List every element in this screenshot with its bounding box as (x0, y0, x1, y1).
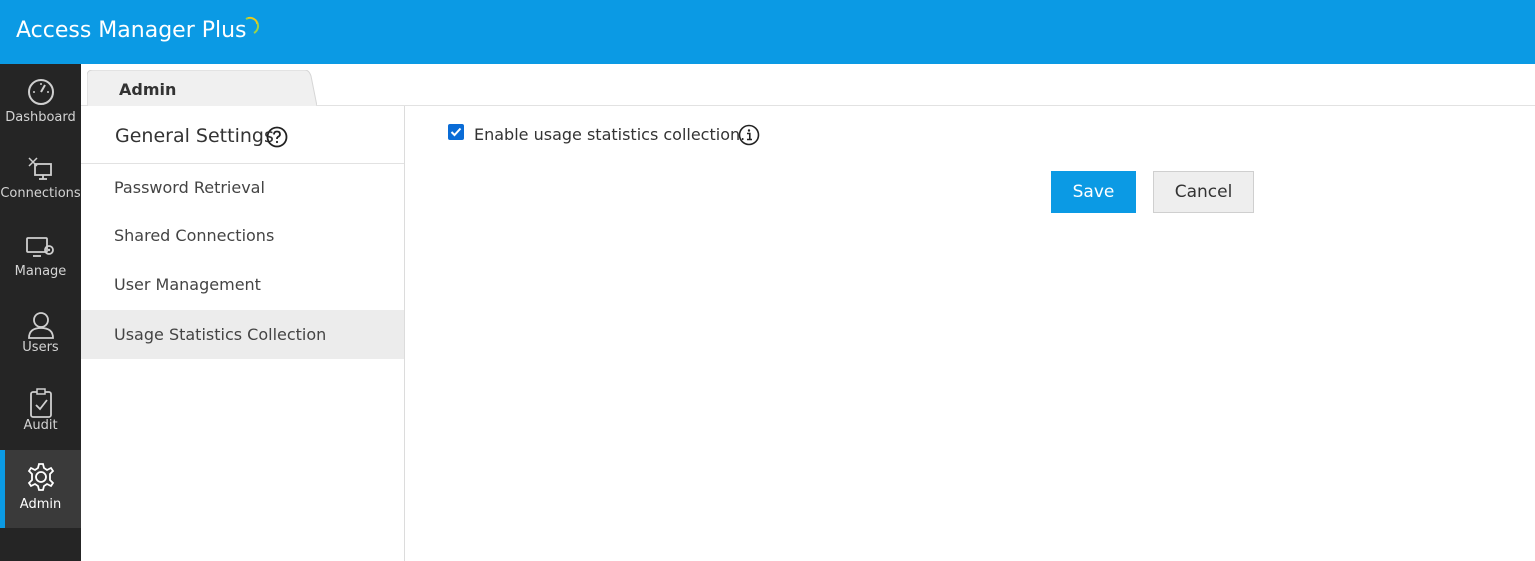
left-navigation: Dashboard Connections Manage Users Audit… (0, 64, 81, 561)
side-item-usage-statistics-collection[interactable]: Usage Statistics Collection (81, 310, 404, 359)
side-item-user-management[interactable]: User Management (81, 262, 404, 310)
logo-swoosh-icon (245, 16, 260, 34)
nav-item-dashboard[interactable]: Dashboard (0, 64, 81, 142)
side-item-label: Password Retrieval (114, 178, 265, 197)
user-icon (28, 312, 54, 339)
nav-label-connections: Connections (0, 186, 81, 201)
tab-admin-label: Admin (119, 80, 177, 99)
connections-icon (28, 157, 52, 180)
side-menu-title: General Settings (115, 125, 274, 147)
top-header-bar: Access Manager Plus (0, 0, 1535, 64)
enable-usage-statistics-checkbox[interactable] (448, 124, 464, 140)
enable-usage-statistics-label[interactable]: Enable usage statistics collection. (474, 125, 745, 144)
nav-item-connections[interactable]: Connections (0, 142, 81, 220)
nav-item-users[interactable]: Users (0, 298, 81, 376)
clipboard-check-icon (30, 388, 52, 418)
side-item-label: Usage Statistics Collection (114, 325, 327, 344)
gear-icon (27, 463, 55, 491)
info-circle-icon[interactable] (738, 124, 760, 146)
tab-bar: Admin (81, 64, 1535, 106)
tab-admin[interactable]: Admin (87, 70, 317, 106)
question-circle-icon[interactable] (266, 126, 288, 148)
nav-label-dashboard: Dashboard (5, 110, 76, 125)
checkmark-icon (450, 127, 462, 137)
nav-item-audit[interactable]: Audit (0, 376, 81, 454)
save-button[interactable]: Save (1051, 171, 1136, 213)
side-item-label: Shared Connections (114, 226, 275, 245)
nav-label-users: Users (22, 340, 59, 355)
side-item-label: User Management (114, 275, 261, 294)
nav-item-manage[interactable]: Manage (0, 220, 81, 298)
app-logo-title[interactable]: Access Manager Plus (16, 18, 247, 43)
nav-item-admin[interactable]: Admin (0, 450, 81, 528)
side-item-password-retrieval[interactable]: Password Retrieval (81, 165, 404, 213)
side-item-shared-connections[interactable]: Shared Connections (81, 213, 404, 261)
nav-label-admin: Admin (19, 497, 62, 512)
nav-label-audit: Audit (23, 418, 58, 433)
settings-side-menu: General Settings Password Retrieval Shar… (81, 106, 405, 561)
side-menu-header: General Settings (81, 106, 404, 164)
nav-label-manage: Manage (14, 264, 67, 279)
cancel-button[interactable]: Cancel (1153, 171, 1254, 213)
main-content: Enable usage statistics collection. Save… (405, 106, 1535, 561)
gauge-icon (28, 79, 54, 105)
monitor-gear-icon (26, 237, 54, 257)
